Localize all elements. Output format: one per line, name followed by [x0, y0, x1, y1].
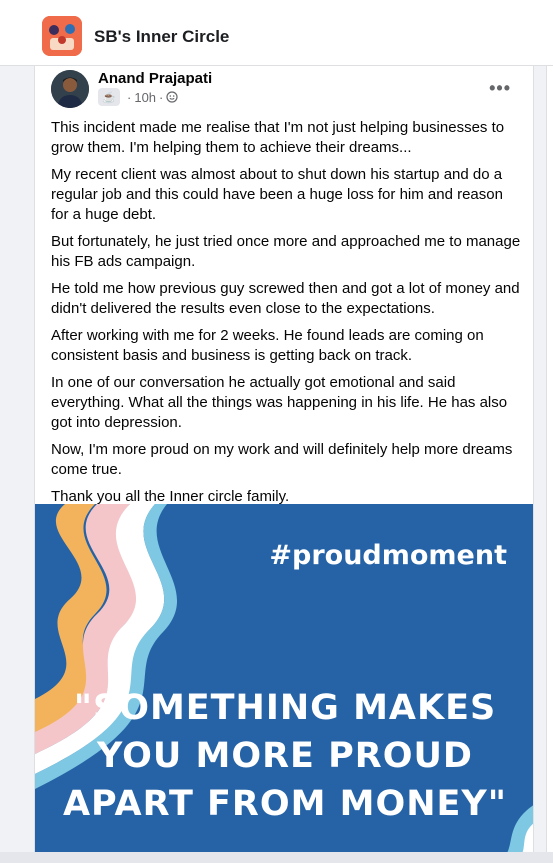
- post-body: This incident made me realise that I'm n…: [51, 118, 521, 514]
- post-paragraph: This incident made me realise that I'm n…: [51, 119, 505, 156]
- meta-separator: ·: [127, 89, 132, 105]
- more-options-button[interactable]: •••: [489, 78, 511, 99]
- post-paragraph: My recent client was almost about to shu…: [51, 166, 503, 223]
- post-paragraph: He told me how previous guy screwed then…: [51, 280, 520, 317]
- post-card: Anand Prajapati ☕ · 10h · ••• This incid…: [34, 66, 534, 856]
- post-paragraph: After working with me for 2 weeks. He fo…: [51, 327, 484, 364]
- quote-line: APART FROM MONEY": [62, 784, 508, 824]
- image-quote: "SOMETHING MAKES YOU MORE PROUD APART FR…: [35, 684, 533, 828]
- post-image[interactable]: #proudmoment "SOMETHING MAKES YOU MORE P…: [35, 504, 533, 856]
- post-paragraph: In one of our conversation he actually g…: [51, 374, 508, 431]
- globe-icon: [166, 91, 178, 103]
- post-timestamp[interactable]: 10h: [134, 90, 156, 105]
- quote-line: YOU MORE PROUD: [97, 736, 473, 776]
- image-hashtag: #proudmoment: [269, 540, 507, 571]
- group-name[interactable]: SB's Inner Circle: [94, 27, 229, 47]
- side-panel-edge: [546, 66, 553, 863]
- group-logo-icon[interactable]: [42, 16, 82, 56]
- author-avatar[interactable]: [51, 70, 89, 108]
- post-paragraph: Now, I'm more proud on my work and will …: [51, 441, 513, 478]
- meta-separator-2: ·: [159, 89, 164, 105]
- quote-line: "SOMETHING MAKES: [73, 688, 497, 728]
- bottom-scroll-area: [0, 852, 553, 863]
- coffee-badge-icon: ☕: [98, 88, 120, 106]
- author-name[interactable]: Anand Prajapati: [98, 70, 212, 87]
- post-paragraph: But fortunately, he just tried once more…: [51, 233, 521, 270]
- group-header: SB's Inner Circle: [0, 0, 553, 66]
- post-meta: ☕ · 10h ·: [98, 88, 178, 106]
